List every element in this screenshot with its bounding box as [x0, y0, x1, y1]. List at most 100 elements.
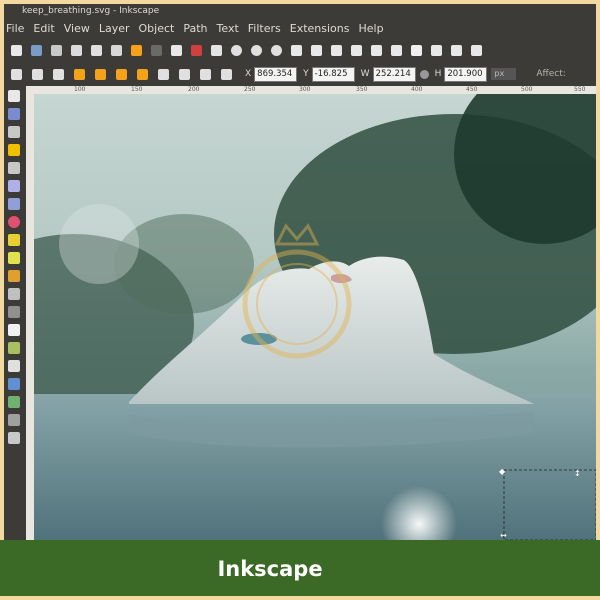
clone-icon[interactable] [311, 44, 322, 56]
ruler-tick: 550 [574, 86, 586, 93]
ruler-tick: 150 [131, 86, 143, 93]
y-field[interactable]: -16.825 [311, 66, 355, 82]
inkscape-window: keep_breathing.svg - Inkscape File Edit … [4, 4, 596, 540]
x-field[interactable]: 869.354 [254, 66, 298, 82]
preferences-icon[interactable] [471, 44, 482, 56]
screenshot-frame: keep_breathing.svg - Inkscape File Edit … [0, 0, 600, 600]
menu-bar: File Edit View Layer Object Path Text Fi… [4, 18, 596, 38]
select-all-layers-icon[interactable] [32, 68, 43, 80]
menu-path[interactable]: Path [183, 22, 207, 35]
deselect-icon[interactable] [53, 68, 64, 80]
window-title: keep_breathing.svg - Inkscape [4, 4, 596, 18]
redo-icon[interactable] [151, 44, 162, 56]
node-tool-icon[interactable] [8, 108, 20, 120]
ruler-tick: 300 [299, 86, 311, 93]
ruler-tick: 100 [74, 86, 86, 93]
selector-tool-icon[interactable] [8, 90, 20, 102]
lock-icon[interactable] [419, 69, 429, 79]
menu-view[interactable]: View [64, 22, 90, 35]
w-label: W [360, 69, 370, 79]
x-label: X [245, 69, 252, 79]
caption-text: Inkscape [217, 557, 323, 581]
new-document-icon[interactable] [11, 44, 22, 56]
undo-icon[interactable] [131, 44, 142, 56]
xml-editor-icon[interactable] [431, 44, 442, 56]
unit-select[interactable]: px [491, 68, 517, 80]
pencil-tool-icon[interactable] [8, 270, 20, 282]
flip-horizontal-icon[interactable] [116, 68, 127, 80]
zoom-drawing-icon[interactable] [251, 44, 262, 56]
star-tool-icon[interactable] [8, 234, 20, 246]
h-field[interactable]: 201.900 [444, 66, 488, 82]
affect-label: Affect: [536, 69, 566, 79]
pen-tool-icon[interactable] [8, 288, 20, 300]
rectangle-tool-icon[interactable] [8, 180, 20, 192]
paint-bucket-tool-icon[interactable] [8, 378, 20, 390]
open-icon[interactable] [31, 44, 42, 56]
menu-extensions[interactable]: Extensions [290, 22, 350, 35]
menu-file[interactable]: File [6, 22, 24, 35]
svg-text:◆: ◆ [499, 467, 506, 476]
align-distribute-icon[interactable] [451, 44, 462, 56]
duplicate-icon[interactable] [291, 44, 302, 56]
save-icon[interactable] [51, 44, 62, 56]
measure-tool-icon[interactable] [8, 162, 20, 174]
vertical-ruler [26, 94, 34, 540]
tweak-tool-icon[interactable] [8, 126, 20, 138]
zoom-selection-icon[interactable] [231, 44, 242, 56]
work-area: 100 150 200 250 300 350 400 450 500 550 [4, 86, 596, 540]
gradient-tool-icon[interactable] [8, 396, 20, 408]
zoom-tool-icon[interactable] [8, 144, 20, 156]
cut-icon[interactable] [191, 44, 202, 56]
rotate-cw-icon[interactable] [95, 68, 106, 80]
menu-edit[interactable]: Edit [33, 22, 54, 35]
raise-icon[interactable] [179, 68, 190, 80]
horizontal-ruler: 100 150 200 250 300 350 400 450 500 550 [26, 86, 596, 94]
menu-layer[interactable]: Layer [99, 22, 130, 35]
menu-text[interactable]: Text [217, 22, 239, 35]
svg-text:↕: ↕ [574, 469, 581, 478]
export-icon[interactable] [111, 44, 122, 56]
w-field[interactable]: 252.214 [372, 66, 416, 82]
fill-stroke-icon[interactable] [391, 44, 402, 56]
canvas-artwork: ◆ ↕ ↔ [34, 94, 596, 540]
ungroup-icon[interactable] [371, 44, 382, 56]
eraser-tool-icon[interactable] [8, 360, 20, 372]
spray-tool-icon[interactable] [8, 342, 20, 354]
toolbox [4, 86, 26, 540]
zoom-page-icon[interactable] [271, 44, 282, 56]
flip-vertical-icon[interactable] [137, 68, 148, 80]
unlink-clone-icon[interactable] [331, 44, 342, 56]
calligraphy-tool-icon[interactable] [8, 306, 20, 318]
paste-icon[interactable] [211, 44, 222, 56]
group-icon[interactable] [351, 44, 362, 56]
lower-icon[interactable] [200, 68, 211, 80]
text-tool-icon[interactable] [8, 324, 20, 336]
box-3d-tool-icon[interactable] [8, 198, 20, 210]
menu-help[interactable]: Help [358, 22, 383, 35]
ruler-tick: 250 [244, 86, 256, 93]
copy-icon[interactable] [171, 44, 182, 56]
ellipse-tool-icon[interactable] [8, 216, 20, 228]
canvas[interactable]: ◆ ↕ ↔ [34, 94, 596, 540]
svg-text:↔: ↔ [500, 531, 507, 540]
rotate-ccw-icon[interactable] [74, 68, 85, 80]
import-icon[interactable] [91, 44, 102, 56]
spiral-tool-icon[interactable] [8, 252, 20, 264]
h-label: H [434, 69, 442, 79]
ruler-tick: 400 [411, 86, 423, 93]
select-all-icon[interactable] [11, 68, 22, 80]
raise-to-top-icon[interactable] [158, 68, 169, 80]
connector-tool-icon[interactable] [8, 432, 20, 444]
ruler-tick: 450 [466, 86, 478, 93]
menu-object[interactable]: Object [139, 22, 175, 35]
lower-to-bottom-icon[interactable] [221, 68, 232, 80]
dropper-tool-icon[interactable] [8, 414, 20, 426]
ruler-tick: 200 [188, 86, 200, 93]
print-icon[interactable] [71, 44, 82, 56]
tool-controls-bar: X 869.354 Y -16.825 W 252.214 H 201.900 … [4, 62, 596, 86]
text-font-icon[interactable] [411, 44, 422, 56]
y-label: Y [303, 69, 309, 79]
menu-filters[interactable]: Filters [248, 22, 281, 35]
commands-toolbar [4, 38, 596, 62]
